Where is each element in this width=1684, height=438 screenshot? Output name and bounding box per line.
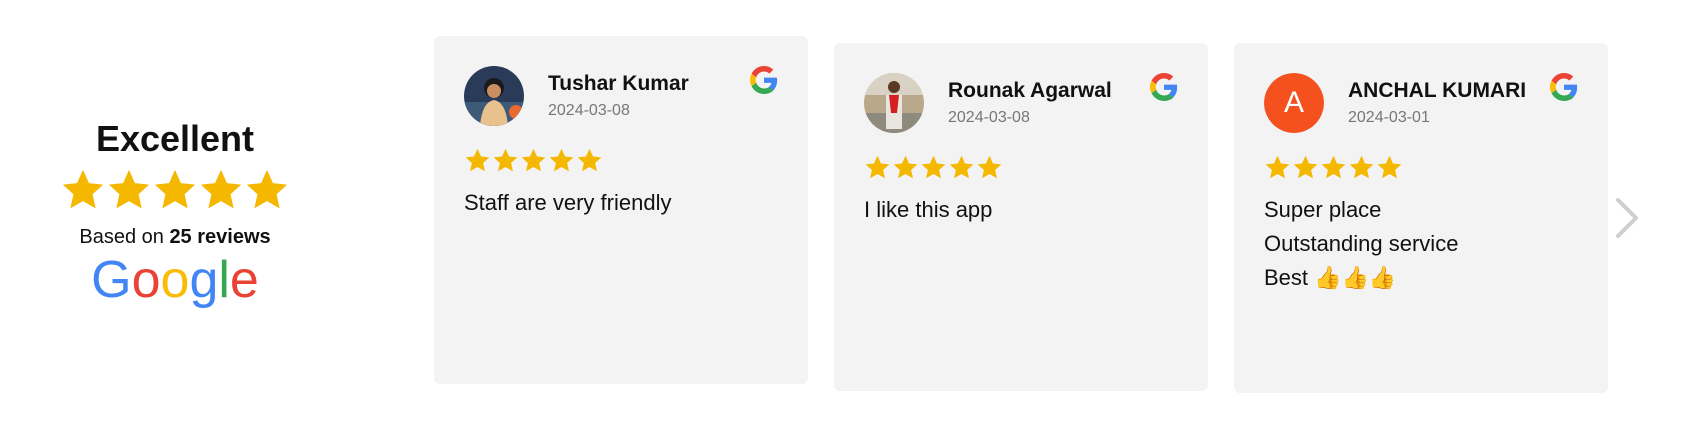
star-icon [864,154,891,186]
svg-text:Google: Google [91,253,259,309]
star-icon [152,166,198,220]
google-g-icon [1550,73,1578,106]
review-card: Tushar Kumar 2024-03-08 Staff are very f… [434,36,808,384]
chevron-right-icon[interactable] [1612,196,1642,240]
reviewer-name: Rounak Agarwal [948,79,1112,102]
review-card: Rounak Agarwal 2024-03-08 I like this ap… [834,43,1208,391]
review-date: 2024-03-08 [948,109,1030,126]
reviewer-avatar [464,66,524,126]
review-text: I like this app [864,193,1184,227]
review-line: Outstanding service [1264,231,1459,256]
star-icon [464,147,491,179]
review-date: 2024-03-01 [1348,109,1430,126]
star-icon [948,154,975,186]
reviewer-avatar: A [1264,73,1324,133]
based-on-text: Based on 25 reviews [50,226,300,249]
review-line: Super place [1264,197,1382,222]
review-text: Super place Outstanding service Best 👍👍👍 [1264,193,1584,295]
review-line: Best 👍👍👍 [1264,265,1397,290]
star-icon [198,166,244,220]
star-icon [1292,154,1319,186]
summary-stars [50,166,300,220]
review-line: Staff are very friendly [464,190,672,215]
rating-summary: Excellent Based on 25 reviews Google [50,118,300,314]
review-count: 25 reviews [169,226,271,248]
google-logo: Google [50,251,300,314]
star-icon [520,147,547,179]
reviewer-avatar [864,73,924,133]
avatar-letter: A [1264,73,1324,133]
star-icon [106,166,152,220]
review-line: I like this app [864,197,993,222]
review-text: Staff are very friendly [464,186,784,220]
star-icon [976,154,1003,186]
star-icon [892,154,919,186]
star-icon [920,154,947,186]
rating-word: Excellent [95,118,255,159]
based-on-prefix: Based on [79,226,170,248]
star-icon [492,147,519,179]
google-g-icon [750,66,778,99]
star-icon [1320,154,1347,186]
google-g-icon [1150,73,1178,106]
star-icon [1376,154,1403,186]
review-card: A ANCHAL KUMARI 2024-03-01 Super place O… [1234,43,1608,393]
star-icon [576,147,603,179]
star-icon [244,166,290,220]
star-icon [1264,154,1291,186]
reviewer-name: ANCHAL KUMARI [1348,79,1527,102]
star-icon [548,147,575,179]
review-stars [864,154,1003,186]
reviewer-name: Tushar Kumar [548,72,689,95]
star-icon [60,166,106,220]
star-icon [1348,154,1375,186]
review-date: 2024-03-08 [548,102,630,119]
review-stars [464,147,603,179]
review-stars [1264,154,1403,186]
